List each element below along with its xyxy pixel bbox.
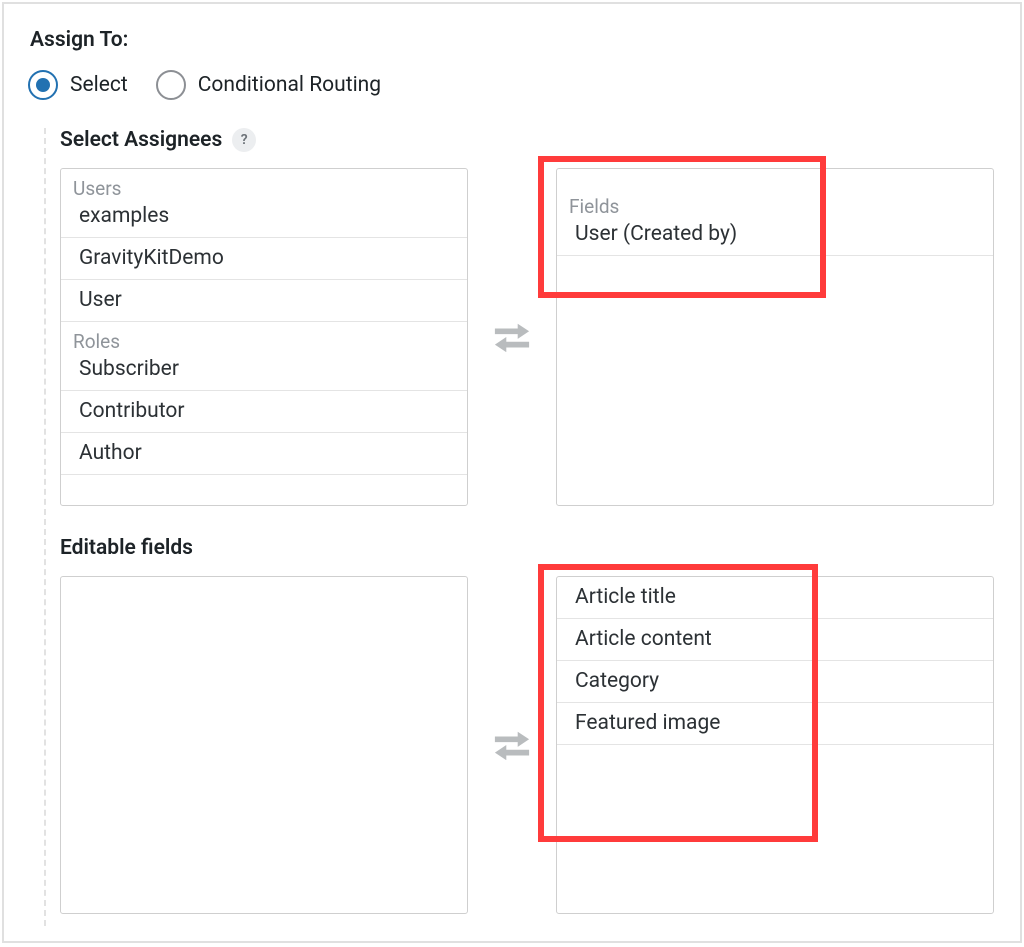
swap-column [490,322,534,352]
swap-column [490,730,534,760]
list-item[interactable]: Article content [557,619,993,661]
radio-option-conditional[interactable]: Conditional Routing [156,70,381,100]
editable-heading: Editable fields [60,536,193,560]
editable-available-scroll[interactable] [61,577,467,913]
assign-to-label: Assign To: [30,28,994,52]
radio-icon [28,70,58,100]
settings-frame: Assign To: Select Conditional Routing Se… [2,2,1022,943]
editable-selected-panel: Article title Article content Category F… [556,576,994,914]
radio-label-select: Select [70,73,128,97]
assignees-selected-scroll[interactable]: Fields User (Created by) [557,169,993,505]
editable-dual-list: Article title Article content Category F… [60,576,994,914]
group-label-roles: Roles [61,322,467,355]
assignees-heading: Select Assignees [60,128,222,152]
list-item[interactable]: examples [61,202,467,238]
list-item[interactable]: Contributor [61,391,467,433]
editable-available-panel [60,576,468,914]
list-item[interactable]: Featured image [557,703,993,745]
list-item[interactable]: User (Created by) [557,220,993,256]
assignees-heading-row: Select Assignees ? [60,128,994,152]
list-item[interactable]: Subscriber [61,355,467,391]
assignees-dual-list: Users examples GravityKitDemo User Roles… [60,168,994,506]
group-label-fields: Fields [557,187,993,220]
editable-selected-scroll[interactable]: Article title Article content Category F… [557,577,993,913]
list-item[interactable]: Author [61,433,467,475]
group-label-users: Users [61,169,467,202]
swap-arrows-icon [493,322,531,352]
editable-heading-row: Editable fields [60,536,994,560]
list-item[interactable]: User [61,280,467,322]
list-item[interactable]: GravityKitDemo [61,238,467,280]
assign-to-radio-group: Select Conditional Routing [28,70,994,100]
assignees-available-scroll[interactable]: Users examples GravityKitDemo User Roles… [61,169,467,505]
assignees-subsection: Select Assignees ? Users examples Gravit… [44,128,994,926]
assignees-selected-panel: Fields User (Created by) [556,168,994,506]
radio-icon [156,70,186,100]
list-item[interactable]: Category [557,661,993,703]
help-icon[interactable]: ? [232,128,256,152]
swap-arrows-icon [493,730,531,760]
list-item[interactable]: Article title [557,577,993,619]
radio-label-conditional: Conditional Routing [198,73,381,97]
assignees-available-panel: Users examples GravityKitDemo User Roles… [60,168,468,506]
radio-option-select[interactable]: Select [28,70,128,100]
